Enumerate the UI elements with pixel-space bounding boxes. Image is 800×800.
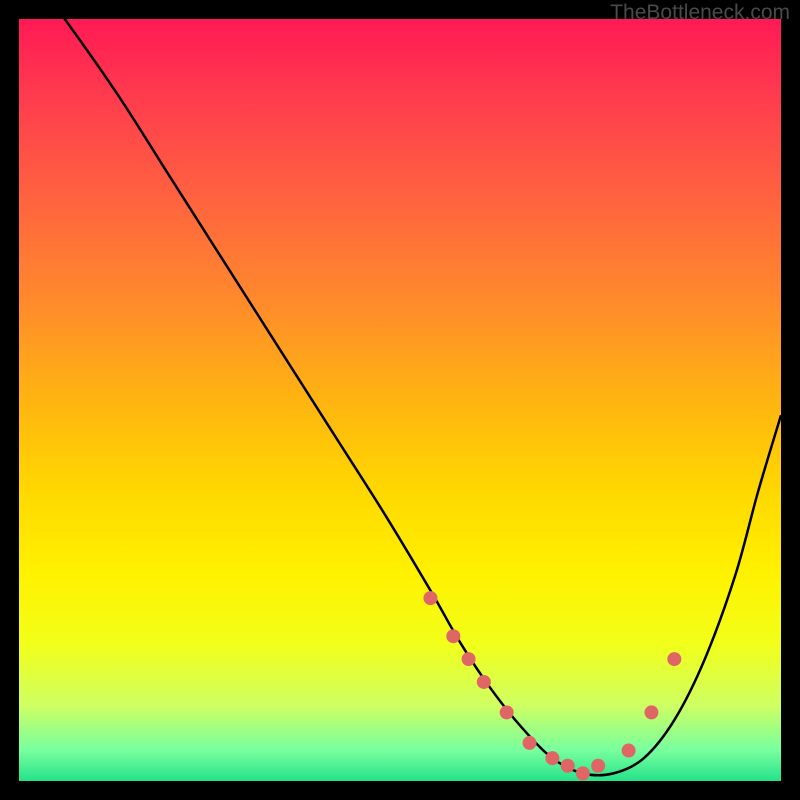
highlight-markers xyxy=(423,591,681,780)
plot-frame xyxy=(19,19,781,781)
highlight-marker xyxy=(591,759,605,773)
highlight-marker xyxy=(576,766,590,780)
bottleneck-curve-path xyxy=(19,0,781,775)
highlight-marker xyxy=(477,675,491,689)
highlight-marker xyxy=(644,705,658,719)
highlight-marker xyxy=(446,629,460,643)
highlight-marker xyxy=(545,751,559,765)
highlight-marker xyxy=(622,744,636,758)
highlight-marker xyxy=(667,652,681,666)
highlight-marker xyxy=(500,705,514,719)
highlight-marker xyxy=(561,759,575,773)
highlight-marker xyxy=(423,591,437,605)
bottleneck-curve-svg xyxy=(19,19,781,781)
highlight-marker xyxy=(523,736,537,750)
highlight-marker xyxy=(462,652,476,666)
attribution-text: TheBottleneck.com xyxy=(610,0,790,23)
